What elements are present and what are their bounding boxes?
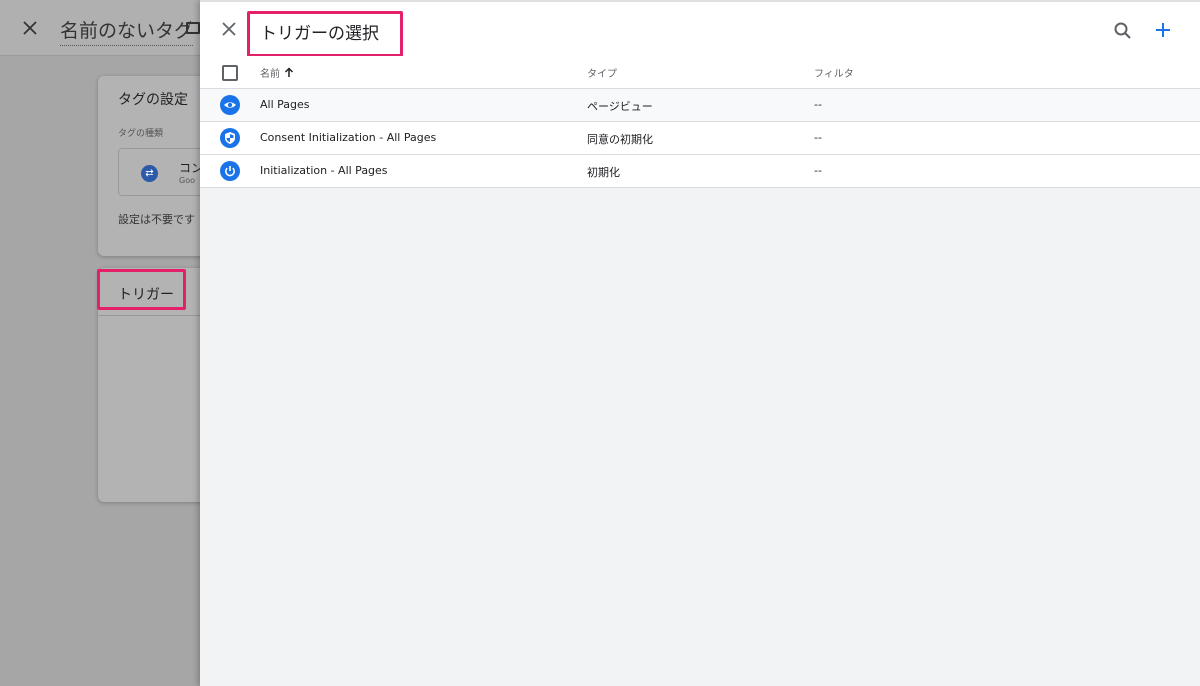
trigger-row[interactable]: Initialization - All Pages 初期化 --	[200, 155, 1200, 188]
close-icon	[23, 21, 37, 35]
highlight-box-title	[247, 11, 403, 57]
search-icon[interactable]	[1112, 20, 1134, 42]
column-header-name[interactable]: 名前	[260, 65, 294, 80]
trigger-filter: --	[814, 164, 822, 177]
tag-type-subtitle: Goo	[179, 176, 195, 185]
power-icon	[220, 161, 240, 181]
arrow-up-icon	[284, 67, 294, 77]
column-header-filter: フィルタ	[814, 69, 854, 80]
shield-icon	[220, 128, 240, 148]
trigger-select-panel: トリガーの選択 名前 タイプ フィルタ All Pages ページビュー -- …	[200, 0, 1200, 686]
trigger-name: Consent Initialization - All Pages	[260, 131, 437, 144]
swap-icon: ⇄	[141, 165, 158, 182]
trigger-filter: --	[814, 131, 822, 144]
add-icon[interactable]	[1151, 18, 1175, 42]
tag-type-label: タグの種類	[118, 129, 164, 139]
eye-icon	[220, 95, 240, 115]
trigger-type: 同意の初期化	[587, 133, 653, 146]
select-all-checkbox[interactable]	[222, 65, 238, 81]
close-icon[interactable]	[218, 18, 240, 40]
panel-header: トリガーの選択	[200, 0, 1200, 57]
config-note: 設定は不要です	[118, 213, 195, 226]
trigger-filter: --	[814, 98, 822, 111]
highlight-box-trigger	[97, 269, 186, 310]
column-header-type: タイプ	[587, 69, 617, 80]
trigger-row[interactable]: Consent Initialization - All Pages 同意の初期…	[200, 122, 1200, 155]
trigger-name: Initialization - All Pages	[260, 164, 388, 177]
trigger-name: All Pages	[260, 98, 310, 111]
tag-name-title: 名前のないタグ	[60, 16, 194, 46]
trigger-row[interactable]: All Pages ページビュー --	[200, 89, 1200, 122]
trigger-type: ページビュー	[587, 100, 653, 113]
column-header-name-label: 名前	[260, 69, 280, 80]
trigger-type: 初期化	[587, 166, 620, 179]
table-header: 名前 タイプ フィルタ	[200, 56, 1200, 89]
folder-icon	[186, 22, 200, 34]
tag-config-title: タグの設定	[118, 92, 188, 108]
